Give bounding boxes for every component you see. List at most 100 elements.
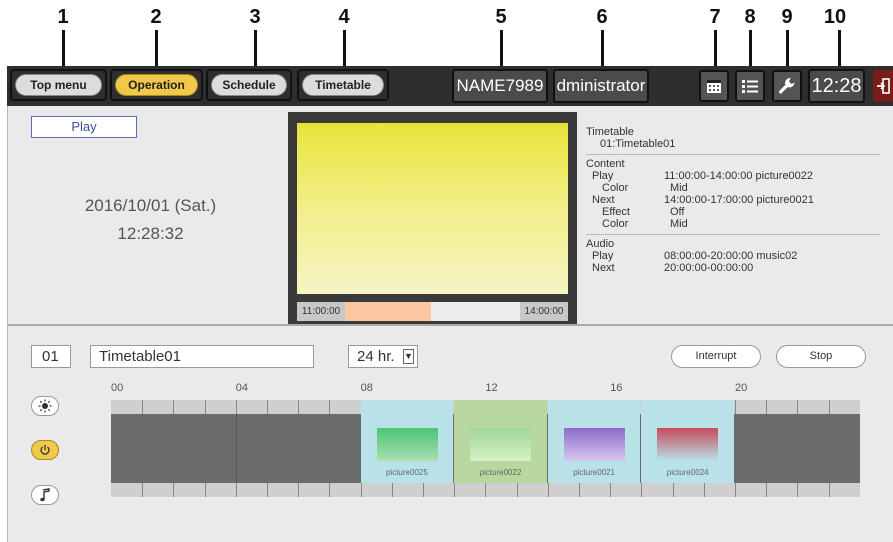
info-divider	[586, 234, 880, 235]
stop-button[interactable]: Stop	[776, 345, 866, 368]
info-divider	[586, 154, 880, 155]
ruler-tick	[797, 483, 798, 497]
callout-7: 7	[709, 6, 721, 28]
block-thumbnail	[657, 428, 719, 461]
interrupt-button[interactable]: Interrupt	[671, 345, 761, 368]
callout-line-4	[343, 30, 346, 70]
hour-label: 04	[235, 382, 249, 394]
callout-line-7	[714, 30, 717, 70]
callout-line-1	[62, 30, 65, 70]
ruler-tick	[766, 400, 767, 414]
ruler-tick	[548, 483, 549, 497]
hour-label: 12	[485, 382, 498, 394]
ruler-tick	[173, 483, 174, 497]
info-play-color-label: Color	[602, 182, 629, 194]
ruler-tick	[298, 400, 299, 414]
settings-button[interactable]	[772, 70, 802, 102]
callout-line-9	[786, 30, 789, 70]
preview-frame: 11:00:00 14:00:00	[288, 112, 577, 324]
calendar-button[interactable]	[699, 70, 729, 102]
info-timetable-value: 01:Timetable01	[600, 138, 676, 150]
callout-3: 3	[249, 6, 261, 28]
audio-button[interactable]	[31, 485, 59, 505]
sun-icon	[38, 399, 52, 413]
ruler-tick	[392, 483, 393, 497]
callout-10: 10	[823, 6, 847, 28]
callout-line-2	[155, 30, 158, 70]
ruler-tick	[298, 483, 299, 497]
callout-line-8	[749, 30, 752, 70]
ruler-tick	[142, 483, 143, 497]
block-content-name: picture0025	[385, 468, 428, 477]
progress-bar: 11:00:00 14:00:00	[297, 302, 568, 321]
ruler-tick	[517, 483, 518, 497]
status-panel: Play 2016/10/01 (Sat.) 12:28:32 11:00:00…	[7, 106, 893, 324]
info-audio-next-value: 20:00:00-00:00:00	[664, 262, 754, 274]
operation-button[interactable]: Operation	[115, 74, 198, 96]
timetable-button[interactable]: Timetable	[302, 74, 384, 96]
info-content-label: Content	[586, 158, 625, 170]
block-content-name: picture0024	[666, 468, 709, 477]
timeline-bottom-ruler	[111, 483, 860, 497]
ruler-tick	[829, 400, 830, 414]
ruler-tick	[797, 400, 798, 414]
preview-screen	[297, 123, 568, 294]
timeline-divider	[236, 414, 237, 483]
time-range-value: 24 hr.	[357, 348, 395, 365]
info-next-color-label: Color	[602, 218, 629, 230]
wrench-icon	[779, 78, 795, 94]
top-menu-button[interactable]: Top menu	[15, 74, 102, 96]
ruler-tick	[766, 483, 767, 497]
display-name-box: NAME7989	[452, 69, 548, 103]
power-button[interactable]	[31, 440, 59, 460]
ruler-tick	[267, 483, 268, 497]
callout-4: 4	[338, 6, 350, 28]
current-date: 2016/10/01 (Sat.)	[84, 196, 217, 215]
ruler-tick	[485, 483, 486, 497]
block-thumbnail	[563, 428, 625, 461]
hour-label: 08	[360, 382, 373, 394]
info-next-label: Next	[592, 194, 615, 206]
info-next-value: 14:00:00-17:00:00 picture0021	[664, 194, 814, 206]
schedule-button[interactable]: Schedule	[211, 74, 287, 96]
block-content-name: picture0021	[573, 468, 615, 477]
list-button[interactable]	[735, 70, 765, 102]
ruler-tick	[423, 483, 424, 497]
callout-9: 9	[781, 6, 793, 28]
ruler-tick	[829, 483, 830, 497]
brightness-button[interactable]	[31, 396, 59, 416]
ruler-tick	[205, 400, 206, 414]
ruler-tick	[142, 400, 143, 414]
ruler-tick	[236, 400, 237, 414]
ruler-tick	[641, 483, 642, 497]
timetable-number-field[interactable]: 01	[31, 345, 71, 368]
play-status-badge: Play	[31, 116, 137, 138]
ruler-tick	[704, 483, 705, 497]
info-audio-play-value: 08:00:00-20:00:00 music02	[664, 250, 798, 262]
time-range-select[interactable]: 24 hr. ▼	[348, 345, 418, 368]
calendar-icon	[707, 80, 721, 93]
info-play-color-value: Mid	[670, 182, 688, 194]
logout-icon	[877, 78, 890, 94]
info-effect-label: Effect	[602, 206, 630, 218]
timetable-panel: 01 Timetable01 24 hr. ▼ Interrupt Stop p…	[7, 324, 893, 542]
info-audio-label: Audio	[586, 238, 615, 250]
progress-fill	[345, 302, 431, 321]
callout-1: 1	[57, 6, 69, 28]
ruler-tick	[610, 483, 611, 497]
clock-display: 12:28	[808, 69, 865, 103]
ruler-tick	[735, 483, 736, 497]
info-audio-play-label: Play	[592, 250, 614, 262]
timetable-name-field[interactable]: Timetable01	[90, 345, 314, 368]
logout-button[interactable]	[873, 70, 893, 102]
chevron-down-icon: ▼	[403, 349, 414, 364]
ruler-tick	[205, 483, 206, 497]
progress-start-time: 11:00:00	[297, 302, 345, 321]
power-icon	[40, 444, 50, 455]
callout-2: 2	[150, 6, 162, 28]
ruler-tick	[173, 400, 174, 414]
hour-label: 16	[610, 382, 623, 394]
user-name-box: dministrator	[553, 69, 649, 103]
ruler-tick	[329, 400, 330, 414]
callout-line-6	[601, 30, 604, 70]
